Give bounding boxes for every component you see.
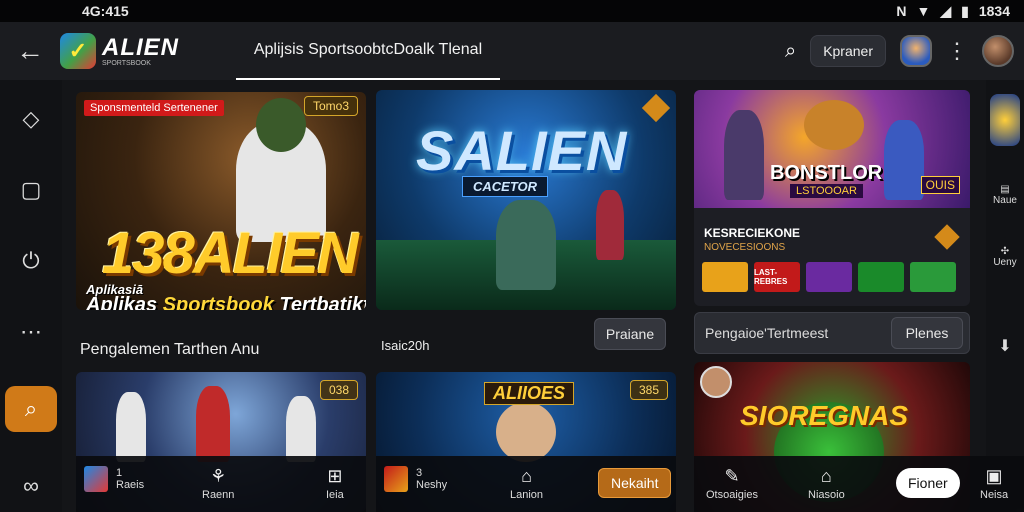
tile-3[interactable] bbox=[806, 262, 852, 292]
bottom-bar-middle: 3 Neshy ⌂ Lanion Nekaiht bbox=[376, 456, 676, 512]
grid-icon: ⊞ bbox=[327, 466, 343, 486]
tile-2[interactable]: LAST-REBRES bbox=[754, 262, 800, 292]
robot-figure bbox=[724, 110, 764, 200]
game-thumb bbox=[84, 466, 108, 492]
status-bar: 4G:415 N ▼ ◢ ▮ 1834 bbox=[0, 0, 1024, 22]
logo-check-icon: ✓ bbox=[60, 33, 96, 69]
primary-button[interactable]: Fioner bbox=[896, 468, 960, 498]
bottom-item-categories[interactable]: ✎ Otsoaigies bbox=[706, 466, 758, 501]
alien-head bbox=[256, 98, 306, 152]
bottom-bar-right: ✎ Otsoaigies ⌂ Niasoio Fioner ▣ Neisa bbox=[694, 456, 1024, 512]
promo-badge: 385 bbox=[629, 380, 668, 400]
action-button[interactable]: Nekaiht bbox=[598, 468, 672, 498]
left-sidebar: ◇ ▢ ⏻ ⋯ ⌕ ∞ bbox=[0, 80, 62, 512]
card-subtitle: NOVECESIOONS bbox=[704, 242, 786, 253]
power-icon[interactable]: ⏻ bbox=[14, 244, 48, 278]
plant-icon: ⚘ bbox=[210, 466, 227, 486]
feature-tiles: LAST-REBRES bbox=[702, 262, 956, 292]
game-logo-badge: OUIS bbox=[920, 176, 960, 194]
game-logo-sub: LSTOOOAR bbox=[790, 184, 863, 198]
card-big-title: 138ALIEN bbox=[102, 221, 359, 286]
sponsor-tag: Sponsmenteld Sertenener bbox=[84, 100, 224, 116]
down-arrow-icon[interactable]: ⬇ bbox=[986, 336, 1024, 356]
bottom-item-lanion[interactable]: ⌂ Lanion bbox=[510, 466, 543, 501]
character-figure bbox=[496, 402, 556, 462]
featured-card-138alien[interactable]: Sponsmenteld Sertenener Tomo3 138ALIEN A… bbox=[76, 92, 366, 310]
account-button[interactable]: Kpraner bbox=[810, 35, 886, 67]
more-options-icon[interactable]: ⋮ bbox=[946, 38, 968, 64]
play-button[interactable]: Praiane bbox=[594, 318, 666, 350]
runner-figure bbox=[596, 190, 624, 260]
bottom-item-videos[interactable]: ⌂ Niasoio bbox=[808, 466, 845, 501]
list-icon: ▤ bbox=[1000, 184, 1010, 195]
window-icon: ▣ bbox=[985, 466, 1003, 486]
user-avatar[interactable] bbox=[982, 35, 1014, 67]
back-arrow-icon[interactable]: ← bbox=[0, 22, 60, 80]
bottom-item-raenn[interactable]: ⚘ Raenn bbox=[202, 466, 234, 501]
player-figure bbox=[286, 396, 316, 462]
pencil-icon: ✎ bbox=[724, 466, 740, 486]
card-caption: Pengalemen Tarthen Anu bbox=[80, 341, 260, 358]
rail-item-naue[interactable]: ▤ Naue bbox=[986, 184, 1024, 206]
game-logo: SIOREGNAS bbox=[740, 400, 909, 431]
player-figure bbox=[196, 386, 230, 462]
game-logo-sub: CACETOR bbox=[462, 176, 549, 197]
home-icon: ⌂ bbox=[820, 466, 832, 486]
tile-5[interactable] bbox=[910, 262, 956, 292]
home-icon: ⌂ bbox=[521, 466, 532, 486]
alien-player-figure bbox=[496, 200, 556, 290]
wifi-icon: ▼ bbox=[916, 3, 931, 19]
app-bar: ← ✓ ALIEN SPORTSBOOK Aplijsis Sportsoobt… bbox=[0, 22, 1024, 80]
player-avatar bbox=[700, 366, 732, 398]
link-icon[interactable]: ∞ bbox=[14, 469, 48, 503]
game-logo: SALIEN bbox=[416, 119, 628, 182]
app-logo[interactable]: ✓ ALIEN SPORTSBOOK bbox=[60, 33, 230, 69]
tab-app-title[interactable]: Aplijsis SportsoobtcDoalk Tlenal bbox=[236, 22, 500, 80]
player-figure bbox=[116, 392, 146, 462]
search-icon[interactable]: ⌕ bbox=[785, 40, 796, 63]
bottom-item-ieia[interactable]: ⊞ Ieia bbox=[326, 466, 344, 501]
battery-icon: ▮ bbox=[961, 2, 969, 19]
tv-icon[interactable]: ▢ bbox=[14, 173, 48, 207]
promo-badge: Tomo3 bbox=[303, 96, 358, 116]
tile-4[interactable] bbox=[858, 262, 904, 292]
card-caption: Isaic20h bbox=[381, 338, 430, 353]
tile-1[interactable] bbox=[702, 262, 748, 292]
game-card-bonstlor[interactable]: BONSTLOR LSTOOOAR OUIS KESRECIEKONE NOVE… bbox=[694, 90, 970, 306]
status-time: 4G:415 bbox=[82, 3, 129, 19]
rail-item-ueny[interactable]: ✣ Ueny bbox=[986, 246, 1024, 268]
status-clock: 1834 bbox=[978, 3, 1010, 19]
diamond-icon bbox=[934, 224, 960, 250]
bottom-item-raeis[interactable]: 1 Raeis bbox=[84, 466, 144, 492]
game-thumb bbox=[384, 466, 408, 492]
chat-icon[interactable]: ◇ bbox=[14, 102, 48, 136]
player-figure bbox=[884, 120, 924, 200]
bottom-item-neisa[interactable]: ▣ Neisa bbox=[980, 466, 1008, 501]
rail-game-icon[interactable] bbox=[986, 94, 1024, 146]
promo-button[interactable]: Plenes bbox=[891, 317, 963, 349]
status-icons: N ▼ ◢ ▮ 1834 bbox=[896, 3, 1010, 20]
search-icon[interactable]: ⌕ bbox=[5, 386, 57, 432]
corner-badge-icon bbox=[641, 93, 671, 123]
signal-icon: ◢ bbox=[940, 2, 952, 19]
card-title: KESRECIEKONE bbox=[704, 226, 801, 240]
trophy-ball bbox=[804, 100, 864, 150]
promo-field-label: Pengaioe'Tertmeest bbox=[705, 325, 829, 341]
nfc-icon: N bbox=[896, 3, 907, 19]
bottom-item-neshy[interactable]: 3 Neshy bbox=[384, 466, 447, 492]
right-rail: ▤ Naue ✣ Ueny ⬇ bbox=[986, 80, 1024, 460]
game-logo: ALIIOES bbox=[484, 382, 575, 405]
game-logo: BONSTLOR bbox=[770, 162, 883, 184]
bottom-bar-left: 1 Raeis ⚘ Raenn ⊞ Ieia bbox=[76, 456, 366, 512]
pinwheel-icon: ✣ bbox=[1000, 246, 1010, 257]
grid-icon[interactable]: ⋯ bbox=[14, 315, 48, 349]
logo-subtext: SPORTSBOOK bbox=[102, 59, 151, 67]
promo-badge: 038 bbox=[319, 380, 358, 400]
promo-field[interactable]: Pengaioe'Tertmeest Plenes bbox=[694, 312, 970, 354]
game-avatar[interactable] bbox=[900, 35, 932, 67]
card-tagline: Aplikas Sportsbook Tertbatikt bbox=[86, 294, 366, 310]
game-card-salien[interactable]: SALIEN CACETOR bbox=[376, 90, 676, 310]
logo-text: ALIEN bbox=[102, 33, 179, 61]
